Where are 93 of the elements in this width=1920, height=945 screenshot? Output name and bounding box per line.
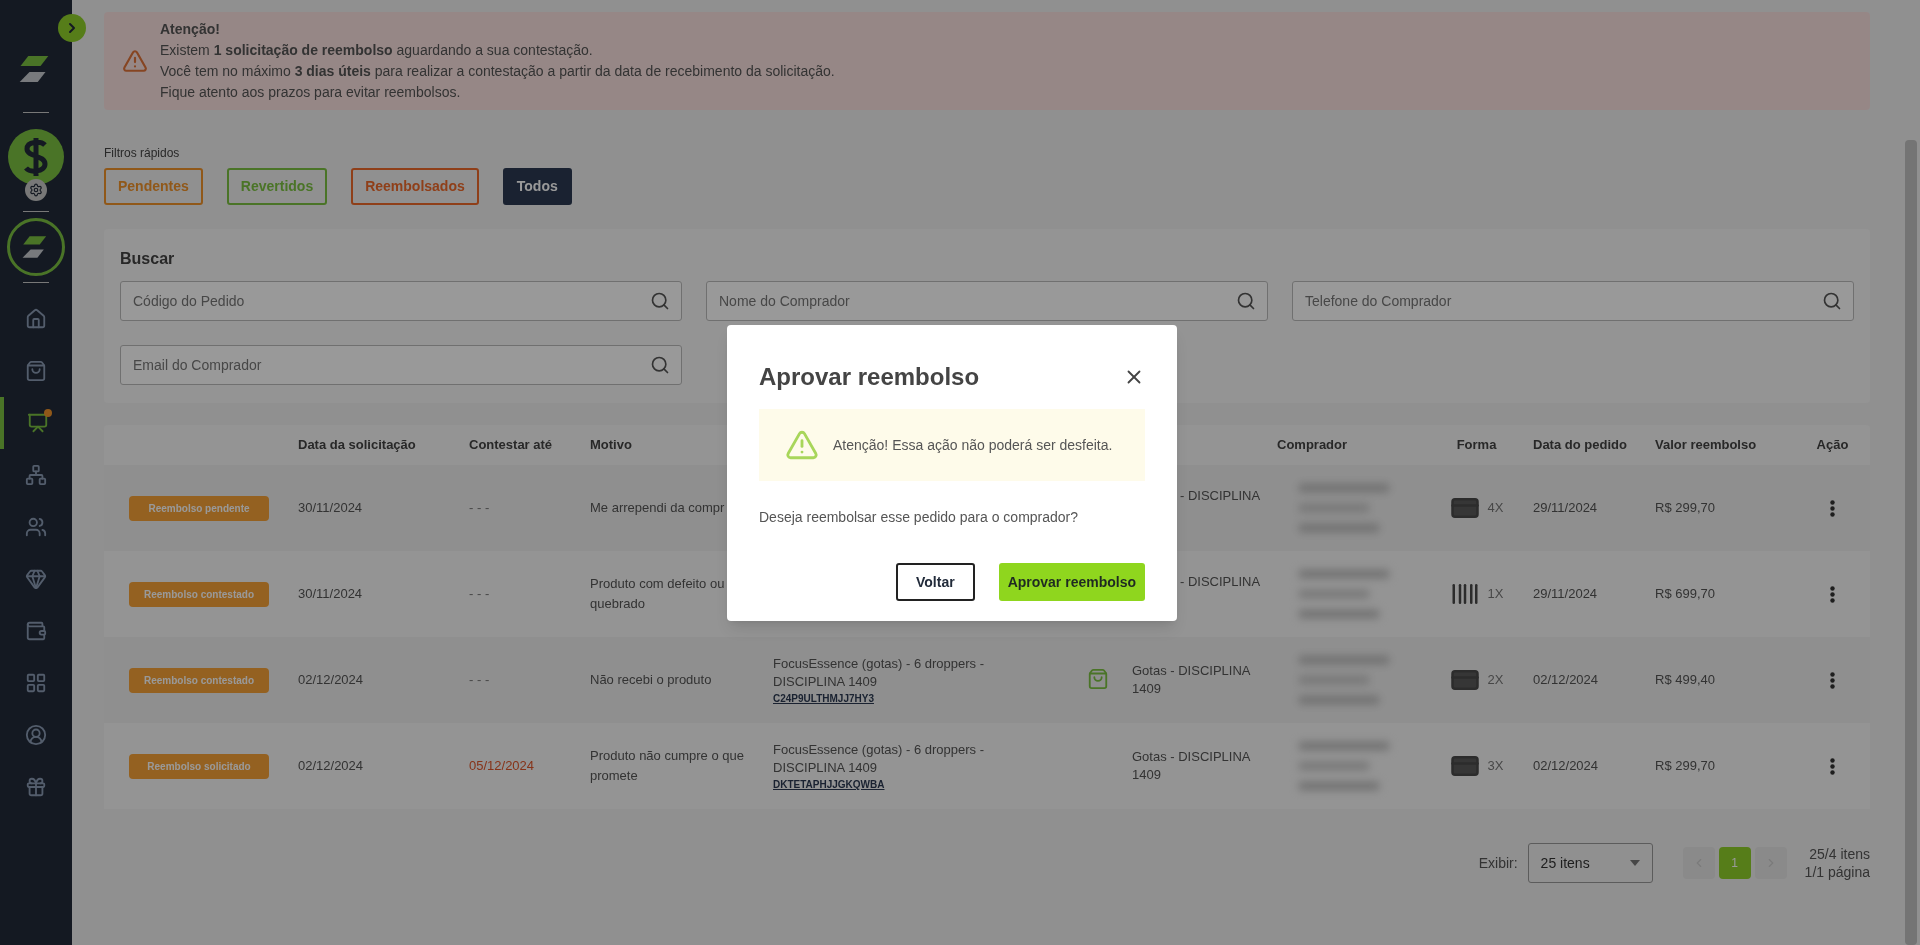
status-badge: Reembolso solicitado xyxy=(129,753,269,779)
installments: 4X xyxy=(1487,499,1504,518)
status-badge: Reembolso contestado xyxy=(129,667,269,693)
table-cell-text: Produto com defeito ou quebrado xyxy=(590,575,726,613)
alert-text: Existem 1 solicitação de reembolso aguardando a sua contestação. xyxy=(160,41,594,60)
status-badge: Reembolso contestado xyxy=(129,581,269,607)
status-badge: Reembolso pendente xyxy=(129,495,269,521)
modal-title: Aprovar reembolso xyxy=(759,362,980,392)
table-cell-text: Produto não cumpre o que promete xyxy=(590,747,745,785)
search-field[interactable]: Nome do Comprador xyxy=(706,281,1268,321)
table-cell: 05/12/2024 xyxy=(469,758,535,774)
installments: 2X xyxy=(1487,671,1504,690)
show-label: Exibir: xyxy=(1478,853,1518,873)
column-header: Data da solicitação xyxy=(298,437,416,453)
items-summary: 25/4 itens xyxy=(1809,845,1870,863)
alert-title: Atenção! xyxy=(160,20,221,39)
search-field[interactable]: Telefone do Comprador xyxy=(1292,281,1854,321)
more-icon xyxy=(1830,585,1835,603)
search-field[interactable]: Código do Pedido xyxy=(120,281,682,321)
product-name: FocusEssence (gotas) - 6 droppers - DISCIPLINA 1409 xyxy=(773,654,985,691)
table-cell: 30/11/2024 xyxy=(298,500,363,516)
more-icon xyxy=(1830,757,1835,775)
more-options-button[interactable] xyxy=(1828,497,1837,519)
modal-question: Deseja reembolsar esse pedido para o comprador? xyxy=(759,508,1080,527)
wallet-icon xyxy=(25,620,47,642)
table-cell: - - - xyxy=(469,586,490,602)
home-icon xyxy=(25,308,47,330)
order-code-link[interactable]: C24P9ULTHMJJ7HY3 xyxy=(773,690,874,706)
column-header: Forma xyxy=(1456,437,1497,453)
column-header: Motivo xyxy=(590,437,632,453)
gem-icon xyxy=(25,568,47,590)
grid-icon xyxy=(25,672,47,694)
warning-text: Atenção! Essa ação não poderá ser desfeita. xyxy=(833,435,1113,455)
caret-icon xyxy=(1629,860,1640,866)
page-size-select[interactable]: 25 itens xyxy=(1527,843,1653,883)
users-icon xyxy=(25,516,47,538)
column-header: Valor reembolso xyxy=(1655,437,1757,453)
pages-summary: 1/1 página xyxy=(1804,863,1870,881)
table-cell: R$ 299,70 xyxy=(1655,500,1715,516)
more-icon xyxy=(1830,499,1835,517)
more-options-button[interactable] xyxy=(1828,755,1837,777)
more-icon xyxy=(1830,671,1835,689)
bag-icon xyxy=(25,360,47,382)
product-name: FocusEssence (gotas) - 6 droppers - DISCIPLINA 1409 xyxy=(773,740,985,777)
alert-text: Fique atento aos prazos para evitar reembolsos. xyxy=(160,83,462,102)
table-cell: R$ 299,70 xyxy=(1655,758,1715,774)
gift-icon xyxy=(25,776,47,798)
presentation-icon xyxy=(27,412,49,434)
search-icon xyxy=(1236,291,1256,311)
more-options-button[interactable] xyxy=(1828,583,1837,605)
user-icon xyxy=(25,724,47,746)
warning-icon xyxy=(122,48,148,74)
column-header: Contestar até xyxy=(469,437,553,453)
alert-text: Você tem no máximo 3 dias úteis para realizar a contestação a partir da data de recebimento da solicitação. xyxy=(160,62,835,81)
column-header: Comprador xyxy=(1277,437,1348,453)
network-icon xyxy=(25,464,47,486)
table-cell-text: - DISCIPLINA xyxy=(1180,573,1262,591)
table-cell-text: Me arrependi da compr xyxy=(590,499,726,517)
filters-label: Filtros rápidos xyxy=(104,145,181,162)
search-icon xyxy=(650,355,670,375)
table-cell: 29/11/2024 xyxy=(1533,500,1598,516)
table-cell: 29/11/2024 xyxy=(1533,586,1598,602)
search-title: Buscar xyxy=(120,249,176,269)
table-cell-text: Gotas - DISCIPLINA 1409 xyxy=(1132,662,1252,698)
warning-icon xyxy=(785,428,819,462)
table-cell: - - - xyxy=(469,672,490,688)
filter-button[interactable]: Todos xyxy=(502,168,572,205)
installments: 1X xyxy=(1487,585,1504,604)
balance-button[interactable] xyxy=(8,129,64,185)
order-code-link[interactable]: DKTETAPHJJGKQWBA xyxy=(773,776,885,792)
column-header: Ação xyxy=(1816,437,1849,453)
back-button[interactable]: Voltar xyxy=(896,563,975,601)
collapse-button[interactable] xyxy=(58,14,86,42)
more-options-button[interactable] xyxy=(1828,669,1837,691)
column-header: Data do pedido xyxy=(1533,437,1627,453)
table-cell: R$ 499,40 xyxy=(1655,672,1715,688)
table-cell: 02/12/2024 xyxy=(1533,758,1599,774)
table-cell: - - - xyxy=(469,500,490,516)
table-cell: 30/11/2024 xyxy=(298,586,363,602)
approve-button[interactable]: Aprovar reembolso xyxy=(998,563,1145,601)
installments: 3X xyxy=(1487,757,1504,776)
search-icon xyxy=(650,291,670,311)
settings-icon[interactable] xyxy=(25,179,47,201)
table-cell: 02/12/2024 xyxy=(1533,672,1599,688)
table-cell: R$ 699,70 xyxy=(1655,586,1715,602)
table-cell-text: Gotas - DISCIPLINA 1409 xyxy=(1132,748,1252,784)
search-field[interactable]: Email do Comprador xyxy=(120,345,682,385)
table-cell-text: - DISCIPLINA xyxy=(1180,487,1262,505)
bag-icon xyxy=(1086,668,1109,690)
table-cell-text: Não recebi o produto xyxy=(590,671,713,689)
search-icon xyxy=(1822,291,1842,311)
table-cell: 02/12/2024 xyxy=(298,672,364,688)
table-cell: 02/12/2024 xyxy=(298,758,364,774)
